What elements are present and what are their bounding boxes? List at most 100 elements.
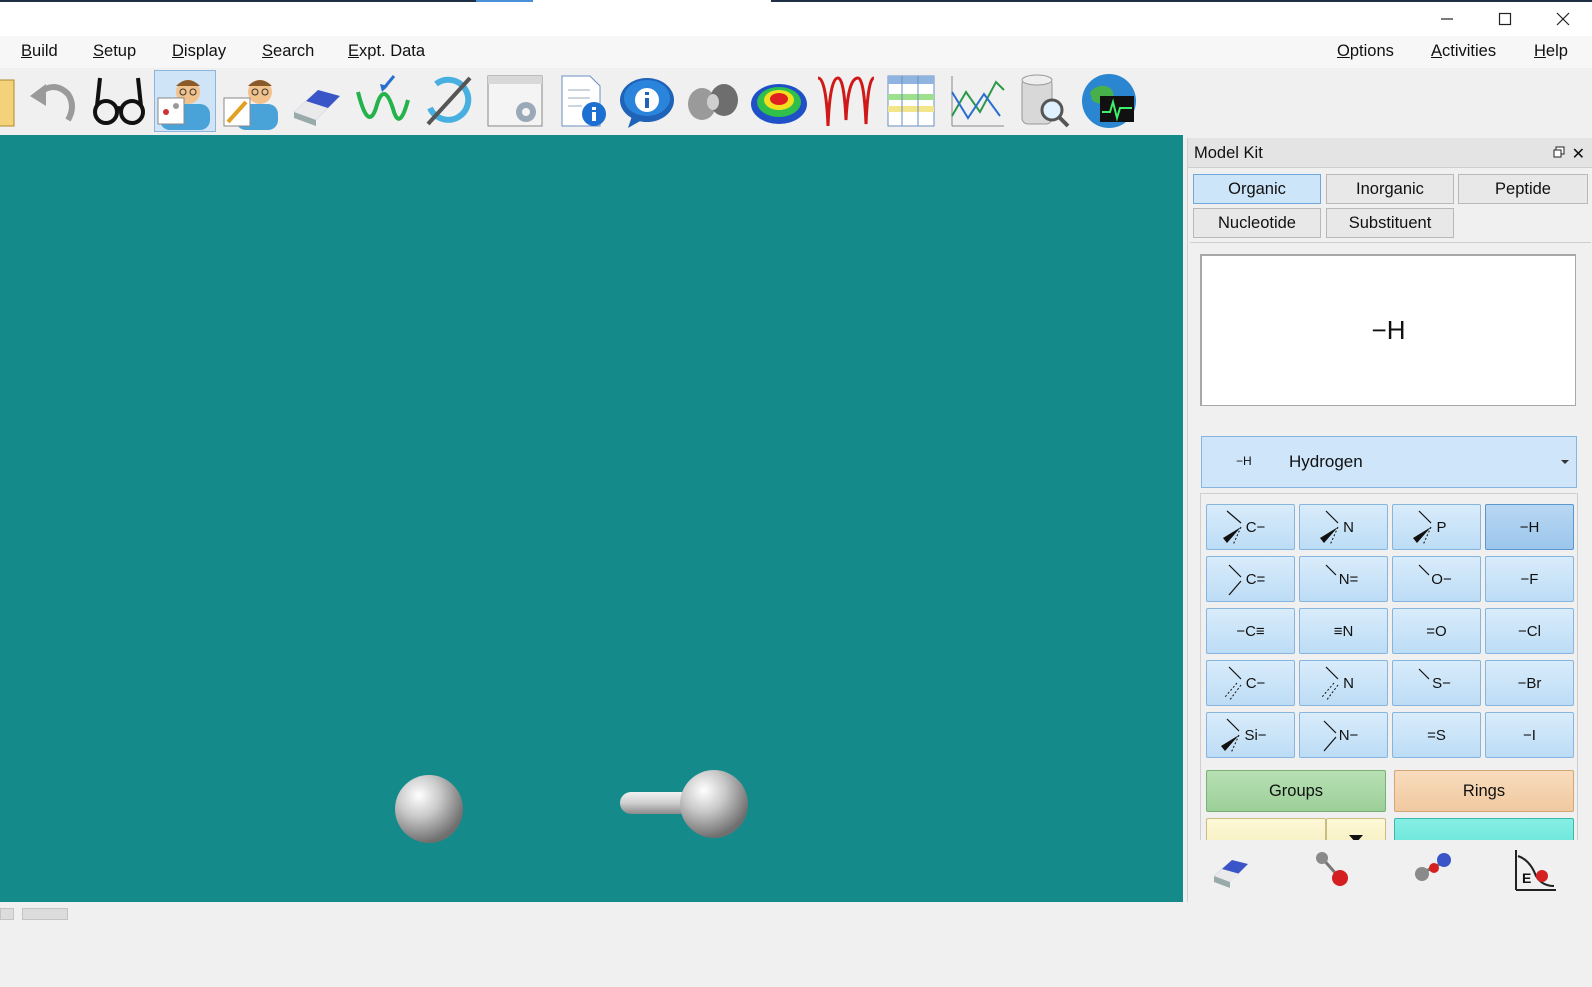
menu-activities[interactable]: Activities	[1431, 42, 1496, 61]
atom-pair-tool-button[interactable]	[1410, 846, 1456, 892]
fragment-bromine[interactable]: −Br	[1485, 660, 1574, 706]
menu-help[interactable]: Help	[1534, 42, 1568, 61]
delete-button[interactable]	[286, 70, 348, 132]
close-icon	[1556, 12, 1570, 26]
orbital-button[interactable]	[682, 70, 744, 132]
tab-peptide[interactable]: Peptide	[1458, 174, 1588, 204]
eraser-icon	[294, 90, 340, 126]
fragment-thione-sulfur[interactable]: =S	[1392, 712, 1481, 758]
fragment-label: N−	[1338, 726, 1359, 744]
orbital-icon	[688, 84, 738, 120]
properties-button[interactable]	[550, 70, 612, 132]
fragment-sp-carbon[interactable]: −C≡	[1206, 608, 1295, 654]
rings-button[interactable]: Rings	[1394, 770, 1574, 812]
hydrogen-fragment[interactable]	[620, 770, 748, 838]
spectra-button[interactable]	[814, 70, 876, 132]
energy-icon-letter: E	[1522, 870, 1532, 886]
hydrogen-atom[interactable]	[395, 775, 463, 843]
fragment-oxygen[interactable]: O−	[1392, 556, 1481, 602]
close-panel-icon[interactable]: ✕	[1572, 144, 1585, 164]
status-tab[interactable]	[0, 908, 14, 920]
calculations-dialog-icon	[487, 75, 543, 127]
preview-label: −H	[1371, 315, 1406, 345]
menu-display[interactable]: Display	[172, 42, 226, 61]
fragment-sp3-nitrogen[interactable]: N	[1299, 504, 1388, 550]
sketch-refresh-icon	[426, 76, 472, 126]
energy-tool-button[interactable]: E	[1512, 846, 1558, 892]
edit-button[interactable]	[220, 70, 282, 132]
fragment-sp2-carbon[interactable]: C=	[1206, 556, 1295, 602]
tab-substituent[interactable]: Substituent	[1326, 208, 1454, 238]
calculations-button[interactable]	[484, 70, 546, 132]
tab-nucleotide[interactable]: Nucleotide	[1193, 208, 1321, 238]
fragment-label: −I	[1523, 726, 1536, 744]
tab-inorganic[interactable]: Inorganic	[1326, 174, 1454, 204]
model-kit-title: Model Kit	[1194, 144, 1263, 162]
menu-setup[interactable]: Setup	[93, 42, 136, 61]
status-tab[interactable]	[22, 908, 68, 920]
fragment-chlorine[interactable]: −Cl	[1485, 608, 1574, 654]
fragment-sp-nitrogen[interactable]: ≡N	[1299, 608, 1388, 654]
fragment-sp2-nitrogen[interactable]: N=	[1299, 556, 1388, 602]
maximize-button[interactable]	[1476, 2, 1534, 36]
3d-viewport[interactable]	[0, 135, 1183, 902]
fragment-sp3-carbon[interactable]: C−	[1206, 504, 1295, 550]
surfaces-info-button[interactable]	[616, 70, 678, 132]
web-monitor-button[interactable]	[1078, 70, 1140, 132]
fragment-iodine[interactable]: −I	[1485, 712, 1574, 758]
title-bar-accent	[476, 0, 533, 2]
menu-expt-data[interactable]: Expt. Data	[348, 42, 425, 61]
fragment-label: −H	[1519, 518, 1540, 536]
delete-tool-button[interactable]	[1208, 846, 1254, 892]
undo-button[interactable]	[22, 70, 84, 132]
database-button[interactable]	[1012, 70, 1074, 132]
database-search-icon	[1021, 74, 1070, 128]
bond-icon	[1316, 852, 1348, 886]
web-monitor-icon	[1082, 74, 1136, 128]
fragment-sulfur[interactable]: S−	[1392, 660, 1481, 706]
element-dropdown[interactable]: −H Hydrogen	[1201, 436, 1577, 488]
fragment-label: =O	[1426, 622, 1447, 640]
model-kit-panel: Model Kit ✕ Organic Inorganic Peptide Nu…	[1187, 138, 1592, 902]
title-bar-accent	[0, 0, 476, 2]
groups-button[interactable]: Groups	[1206, 770, 1386, 812]
menu-search[interactable]: Search	[262, 42, 314, 61]
minimize-energy-button[interactable]	[352, 70, 414, 132]
view-button[interactable]	[88, 70, 150, 132]
fragment-label: ≡N	[1333, 622, 1354, 640]
menu-options[interactable]: Options	[1337, 42, 1394, 61]
fragment-label: −C≡	[1236, 622, 1265, 640]
fragment-label: S−	[1432, 674, 1451, 692]
spreadsheet-button[interactable]	[880, 70, 942, 132]
fragment-aromatic-carbon[interactable]: C−	[1206, 660, 1295, 706]
fragment-label: C=	[1245, 570, 1266, 588]
properties-info-icon	[561, 75, 606, 127]
bond-tool-button[interactable]	[1308, 846, 1354, 892]
fragment-preview: −H	[1200, 254, 1576, 406]
fragment-fluorine[interactable]: −F	[1485, 556, 1574, 602]
fragment-aromatic-nitrogen[interactable]: N	[1299, 660, 1388, 706]
menu-build[interactable]: Build	[21, 42, 58, 61]
minimize-button[interactable]	[1418, 2, 1476, 36]
spectra-icon	[817, 76, 874, 127]
fragment-label: N=	[1338, 570, 1359, 588]
fragment-carbonyl-oxygen[interactable]: =O	[1392, 608, 1481, 654]
build-button[interactable]	[154, 70, 216, 132]
fragment-label: N	[1343, 674, 1354, 692]
fragment-silicon[interactable]: Si−	[1206, 712, 1295, 758]
molecule-scene	[395, 770, 748, 843]
surface-button[interactable]	[748, 70, 810, 132]
fragment-hydrogen[interactable]: −H	[1485, 504, 1574, 550]
plot-button[interactable]	[946, 70, 1008, 132]
sketch-refresh-button[interactable]	[418, 70, 480, 132]
menu-bar: Build Setup Display Search Expt. Data Op…	[0, 36, 1592, 68]
fragment-label: Si−	[1244, 726, 1267, 744]
float-window-icon[interactable]	[1553, 146, 1565, 158]
fragment-label: P	[1436, 518, 1447, 536]
close-button[interactable]	[1534, 2, 1592, 36]
tab-organic[interactable]: Organic	[1193, 174, 1321, 204]
fragment-planar-nitrogen[interactable]: N−	[1299, 712, 1388, 758]
title-bar	[0, 0, 1592, 36]
file-button[interactable]	[0, 70, 22, 132]
fragment-phosphorus[interactable]: P	[1392, 504, 1481, 550]
